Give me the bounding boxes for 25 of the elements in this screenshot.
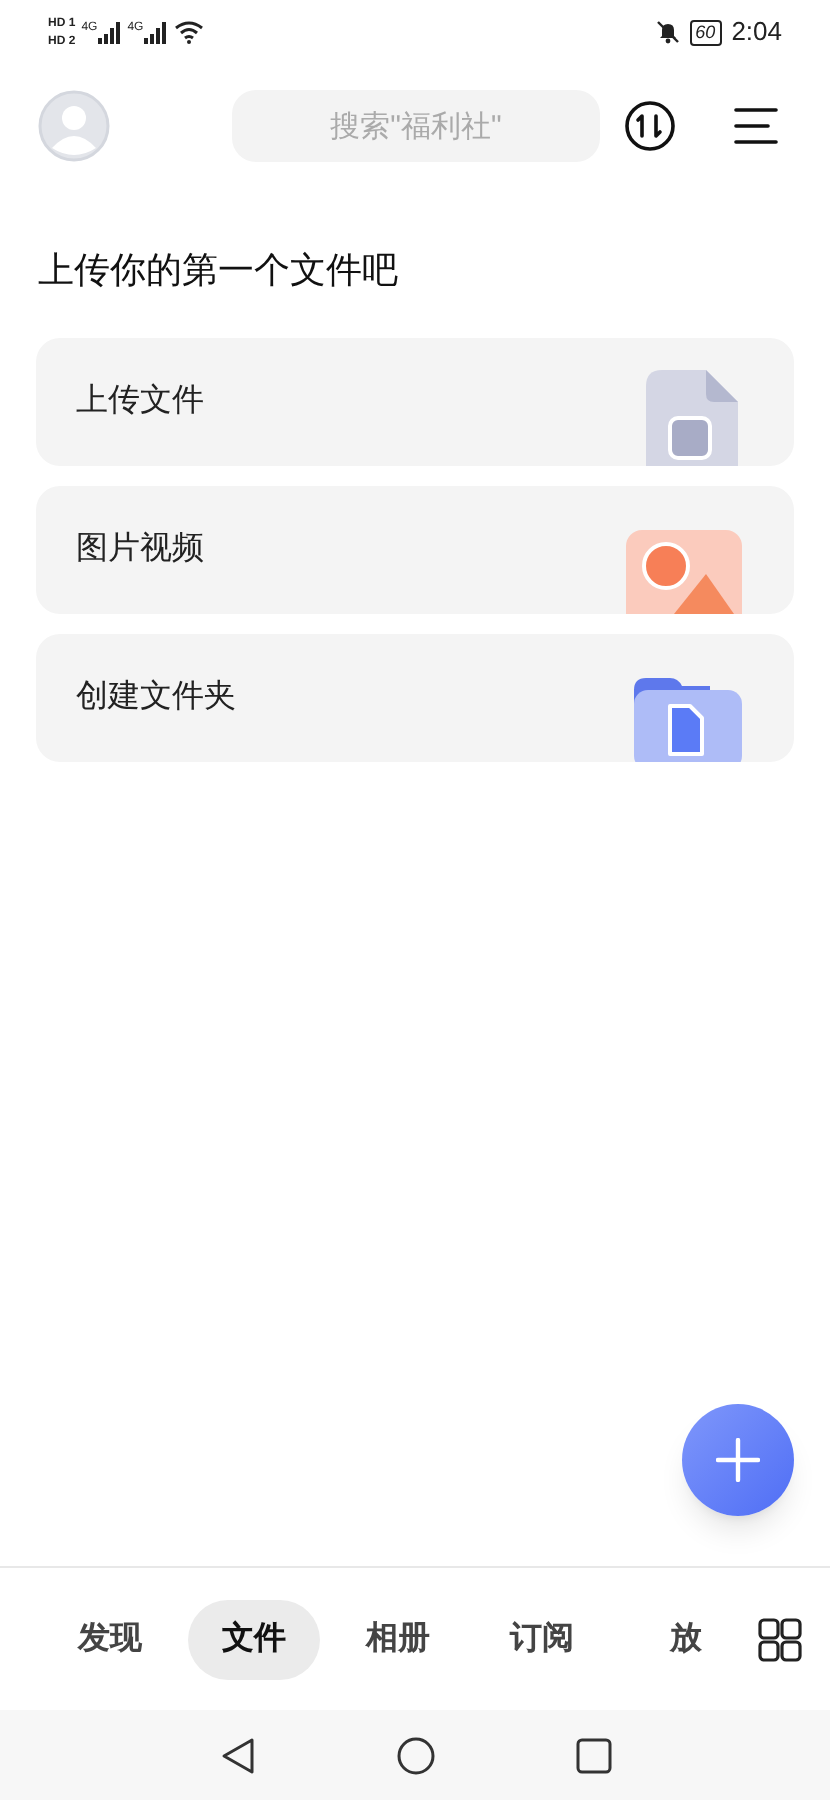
grid-icon[interactable] [758,1617,802,1661]
nav-tab[interactable]: 发现 [44,1599,176,1679]
back-icon[interactable] [219,1735,255,1775]
search-field[interactable]: 搜索"福利社" [232,90,600,162]
nav-tab[interactable]: 放 [620,1599,752,1679]
image-icon [626,530,742,614]
recents-icon[interactable] [575,1737,611,1773]
nav-tab[interactable]: 文件 [188,1599,320,1679]
nav-tab[interactable]: 订阅 [476,1599,608,1679]
folder-icon [630,674,742,762]
action-card[interactable]: 上传文件 [36,338,794,466]
menu-icon[interactable] [732,106,780,146]
home-icon[interactable] [395,1735,435,1775]
action-card[interactable]: 图片视频 [36,486,794,614]
plus-icon [716,1438,760,1482]
signal-icon [97,21,122,43]
nav-tab[interactable]: 相册 [332,1599,464,1679]
battery-indicator: 60 [689,19,722,45]
action-card[interactable]: 创建文件夹 [36,634,794,762]
page-title: 上传你的第一个文件吧 [38,248,400,294]
signal-icon [143,21,168,43]
transfer-icon[interactable] [624,100,676,152]
clock-time: 2:04 [731,14,782,51]
muted-bell-icon [655,20,680,44]
wifi-icon [173,20,204,44]
